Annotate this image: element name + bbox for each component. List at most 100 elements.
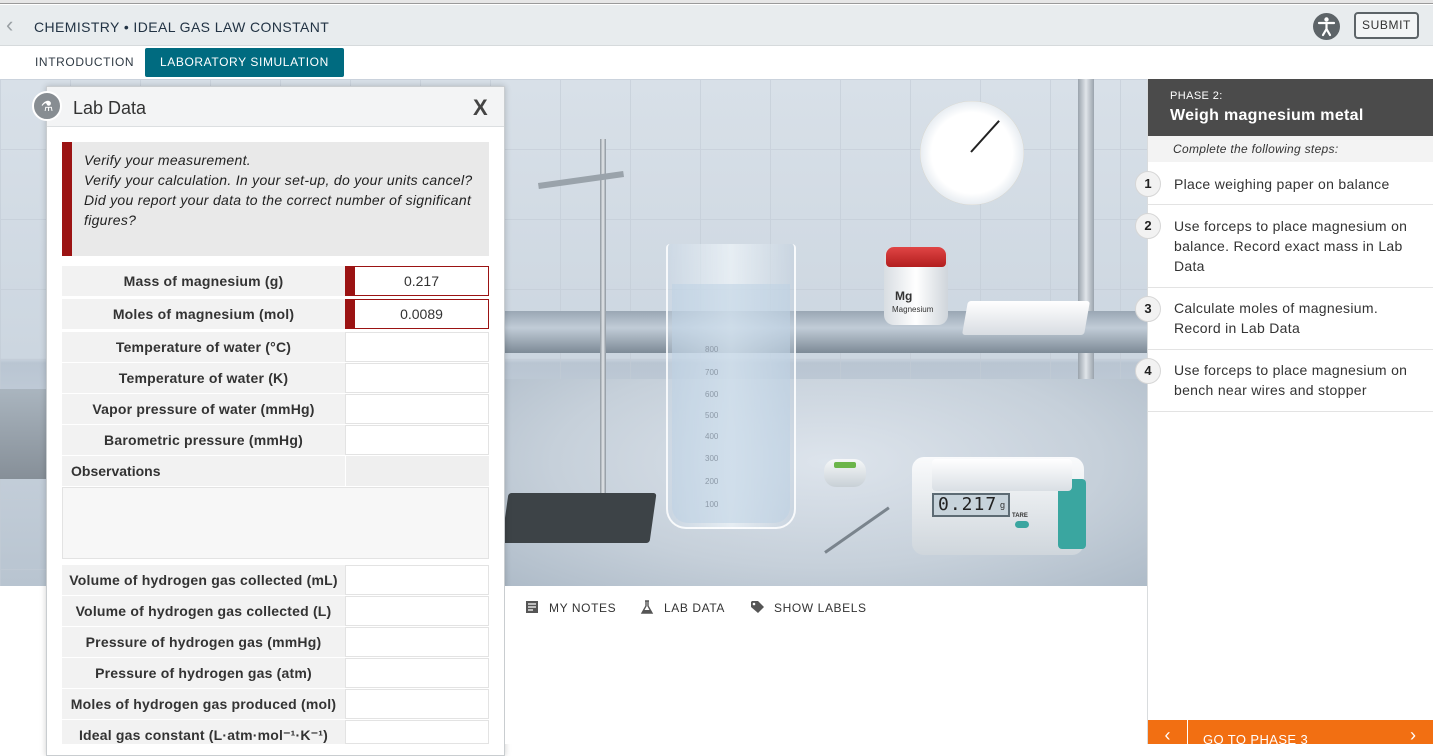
top-border xyxy=(0,0,1433,4)
tare-button[interactable] xyxy=(1015,521,1029,528)
volume-ml-field[interactable] xyxy=(345,565,489,595)
row-label: Vapor pressure of water (mmHg) xyxy=(62,394,345,424)
row-label: Moles of magnesium (mol) xyxy=(62,299,345,329)
tab-introduction[interactable]: INTRODUCTION xyxy=(20,48,149,77)
beaker[interactable] xyxy=(666,244,796,529)
ring-stand-rod[interactable] xyxy=(600,139,606,499)
flask-icon xyxy=(640,600,654,614)
observations-textarea[interactable] xyxy=(62,487,489,559)
barometric-pressure-field[interactable] xyxy=(345,425,489,455)
row-label: Mass of magnesium (g) xyxy=(62,266,345,296)
step-number: 3 xyxy=(1135,296,1161,322)
phase-panel: PHASE 2: Weigh magnesium metal Complete … xyxy=(1135,79,1433,747)
feedback-line: Verify your calculation. In your set-up,… xyxy=(84,172,473,188)
row-label: Volume of hydrogen gas collected (mL) xyxy=(62,565,345,595)
show-labels-button[interactable]: SHOW LABELS xyxy=(750,600,867,615)
row-label: Temperature of water (°C) xyxy=(62,332,345,362)
step-item: 4 Use forceps to place magnesium on benc… xyxy=(1135,350,1433,412)
notes-icon xyxy=(525,600,539,614)
beaker-mark-label: 600 xyxy=(705,390,719,399)
breadcrumb: CHEMISTRY • IDEAL GAS LAW CONSTANT xyxy=(34,19,330,35)
beaker-mark-label: 100 xyxy=(705,500,719,509)
row-label: Moles of hydrogen gas produced (mol) xyxy=(62,689,345,719)
row-label: Temperature of water (K) xyxy=(62,363,345,393)
table-row: Moles of magnesium (mol) 0.0089 xyxy=(62,299,489,330)
my-notes-button[interactable]: MY NOTES xyxy=(525,600,616,615)
steps-hint: Complete the following steps: xyxy=(1148,136,1433,162)
pressure-mmhg-field[interactable] xyxy=(345,627,489,657)
ring-stand-base[interactable] xyxy=(501,493,657,543)
phase-title: Weigh magnesium metal xyxy=(1170,107,1364,124)
volume-l-field[interactable] xyxy=(345,596,489,626)
chevron-right-icon[interactable]: › xyxy=(1410,720,1416,750)
table-row: Temperature of water (°C) xyxy=(62,332,489,363)
step-number: 4 xyxy=(1135,358,1161,384)
row-label: Pressure of hydrogen gas (atm) xyxy=(62,658,345,688)
phase-number: PHASE 2: xyxy=(1170,90,1223,102)
back-chevron-icon[interactable]: ‹ xyxy=(6,14,24,36)
weighing-paper-stack[interactable] xyxy=(962,301,1090,335)
feedback-message: Verify your measurement. Verify your cal… xyxy=(62,142,489,256)
row-label: Barometric pressure (mmHg) xyxy=(62,425,345,455)
lab-data-button[interactable]: LAB DATA xyxy=(640,600,725,615)
lab-data-label: LAB DATA xyxy=(664,601,726,615)
step-item: 3 Calculate moles of magnesium. Record i… xyxy=(1135,288,1433,350)
moles-hydrogen-field[interactable] xyxy=(345,689,489,719)
flask-icon: ⚗ xyxy=(32,91,62,121)
temperature-k-field[interactable] xyxy=(345,363,489,393)
table-row: Volume of hydrogen gas collected (L) xyxy=(62,596,489,627)
dispenser-label xyxy=(834,462,856,468)
table-row: Pressure of hydrogen gas (atm) xyxy=(62,658,489,689)
beaker-mark-label: 700 xyxy=(705,368,719,377)
lab-data-title: Lab Data xyxy=(73,98,147,118)
phase-navigation-bar: ‹ GO TO PHASE 3 › xyxy=(1148,720,1433,747)
balance-display: 0.217 xyxy=(932,493,1010,517)
table-row: Volume of hydrogen gas collected (mL) xyxy=(62,565,489,596)
step-item: 1 Place weighing paper on balance xyxy=(1135,163,1433,205)
jar-symbol: Mg xyxy=(895,289,913,303)
balance-tare-label: TARE xyxy=(1012,513,1028,519)
step-number: 1 xyxy=(1135,171,1161,197)
app-header: ‹ CHEMISTRY • IDEAL GAS LAW CONSTANT SUB… xyxy=(0,5,1433,46)
left-shelf xyxy=(0,389,46,479)
pressure-atm-field[interactable] xyxy=(345,658,489,688)
table-row: Ideal gas constant (L·atm·mol⁻¹·K⁻¹) xyxy=(62,720,489,744)
beaker-water xyxy=(672,284,790,523)
table-row: Mass of magnesium (g) 0.217 xyxy=(62,266,489,297)
beaker-mark-label: 300 xyxy=(705,454,719,463)
tab-bar: INTRODUCTION LABORATORY SIMULATION xyxy=(0,46,1433,79)
feedback-line: Did you report your data to the correct … xyxy=(84,192,472,228)
balance-pan[interactable] xyxy=(932,459,1072,491)
vapor-pressure-field[interactable] xyxy=(345,394,489,424)
step-item: 2 Use forceps to place magnesium on bala… xyxy=(1135,205,1433,288)
step-number: 2 xyxy=(1135,213,1161,239)
barometer-gauge[interactable] xyxy=(920,101,1024,205)
step-text: Calculate moles of magnesium. Record in … xyxy=(1174,300,1379,336)
ideal-gas-constant-field[interactable] xyxy=(345,720,489,744)
tab-laboratory-simulation[interactable]: LABORATORY SIMULATION xyxy=(145,48,344,77)
submit-button[interactable]: SUBMIT xyxy=(1354,12,1419,39)
observations-header-cell xyxy=(345,456,489,486)
accessibility-icon[interactable] xyxy=(1313,13,1340,40)
go-to-phase-3-button[interactable]: GO TO PHASE 3 xyxy=(1203,732,1308,747)
table-row: Pressure of hydrogen gas (mmHg) xyxy=(62,627,489,658)
previous-phase-button[interactable]: ‹ xyxy=(1148,720,1188,745)
step-text: Use forceps to place magnesium on balanc… xyxy=(1174,218,1408,274)
close-button[interactable]: X xyxy=(473,95,488,121)
phase-header: PHASE 2: Weigh magnesium metal xyxy=(1148,79,1433,136)
temperature-c-field[interactable] xyxy=(345,332,489,362)
show-labels-label: SHOW LABELS xyxy=(774,601,867,615)
moles-magnesium-field[interactable]: 0.0089 xyxy=(345,299,489,329)
magnesium-jar-cap xyxy=(886,247,946,267)
my-notes-label: MY NOTES xyxy=(549,601,617,615)
beaker-mark-label: 200 xyxy=(705,477,719,486)
feedback-line: Verify your measurement. xyxy=(84,152,251,168)
scene-toolbar: MY NOTES LAB DATA SHOW LABELS xyxy=(505,586,1148,744)
step-text: Place weighing paper on balance xyxy=(1174,176,1390,192)
beaker-mark-label: 500 xyxy=(705,411,719,420)
row-label: Pressure of hydrogen gas (mmHg) xyxy=(62,627,345,657)
mass-magnesium-field[interactable]: 0.217 xyxy=(345,266,489,296)
row-label: Ideal gas constant (L·atm·mol⁻¹·K⁻¹) xyxy=(62,720,345,744)
beaker-mark-label: 800 xyxy=(705,345,719,354)
row-label: Volume of hydrogen gas collected (L) xyxy=(62,596,345,626)
